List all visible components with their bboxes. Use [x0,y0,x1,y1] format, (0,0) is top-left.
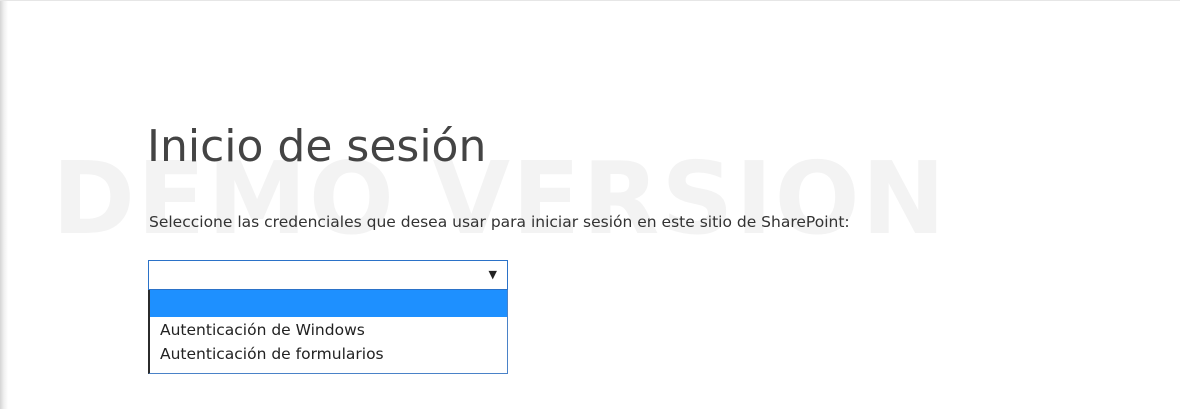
credential-select[interactable]: ▼ [148,260,508,290]
dropdown-option-forms-auth[interactable]: Autenticación de formularios [150,342,507,366]
signin-instructions: Seleccione las credenciales que desea us… [149,213,850,231]
page-frame: DEMO VERSION Inicio de sesión Seleccione… [0,0,1180,409]
dropdown-option-windows-auth[interactable]: Autenticación de Windows [150,318,507,342]
credential-dropdown-list: Autenticación de Windows Autenticación d… [148,290,508,374]
page-title: Inicio de sesión [147,121,487,172]
dropdown-arrow-icon: ▼ [488,268,497,281]
frame-shadow [0,1,8,409]
dropdown-option-blank[interactable] [150,290,507,317]
